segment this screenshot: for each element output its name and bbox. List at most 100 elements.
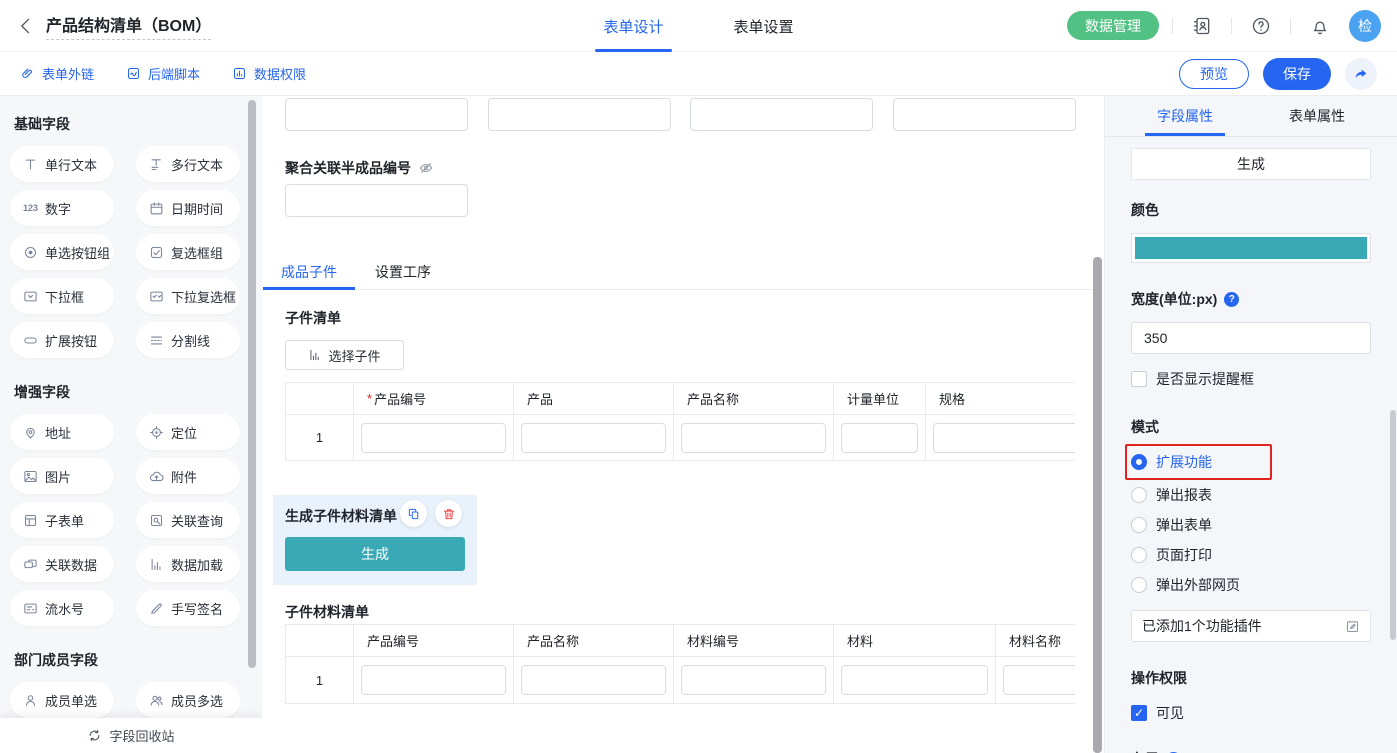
table-body-cell	[834, 657, 996, 703]
field-pill-divider[interactable]: 分割线	[136, 322, 240, 358]
field-pill-multi-select[interactable]: 下拉复选框	[136, 278, 240, 314]
panel-scrollbar[interactable]	[1390, 410, 1396, 640]
mode-option-2[interactable]: 弹出表单	[1131, 510, 1371, 540]
mode-option-3[interactable]: 页面打印	[1131, 540, 1371, 570]
image-icon	[23, 469, 38, 484]
table-header-cell: 材料名称	[996, 625, 1075, 657]
radio-icon[interactable]	[1131, 517, 1147, 533]
generate-material-field-block[interactable]: 生成子件材料清单 生成	[273, 495, 477, 585]
width-help-icon[interactable]: ?	[1224, 292, 1239, 307]
related-data-icon	[23, 557, 38, 572]
radio-group-icon	[23, 245, 38, 260]
field-pill-member-single[interactable]: 成员单选	[10, 682, 114, 718]
canvas-tab-0[interactable]: 成品子件	[275, 262, 343, 289]
preview-button[interactable]: 预览	[1179, 59, 1249, 89]
table-body-cell	[926, 415, 1075, 460]
visible-checkbox[interactable]: ✓	[1131, 705, 1147, 721]
back-icon[interactable]	[16, 16, 36, 36]
plugin-config-box[interactable]: 已添加1个功能插件	[1131, 610, 1371, 642]
share-button[interactable]	[1345, 58, 1377, 90]
field-pill-image[interactable]: 图片	[10, 458, 114, 494]
copy-field-button[interactable]	[400, 500, 427, 527]
field-pill-single-text[interactable]: 单行文本	[10, 146, 114, 182]
table-body-cell	[514, 415, 674, 460]
field-pill-select[interactable]: 下拉框	[10, 278, 114, 314]
canvas-scrollbar[interactable]	[1093, 257, 1102, 753]
color-picker[interactable]	[1131, 233, 1371, 263]
field-pill-attachment[interactable]: 附件	[136, 458, 240, 494]
field-pill-signature[interactable]: 手写签名	[136, 590, 240, 626]
canvas-tab-1[interactable]: 设置工序	[369, 262, 437, 289]
radio-icon[interactable]	[1131, 454, 1147, 470]
table-cell-input[interactable]	[361, 665, 506, 695]
field-pill-extend-button[interactable]: 扩展按钮	[10, 322, 114, 358]
mode-option-4[interactable]: 弹出外部网页	[1131, 570, 1371, 600]
field-recycle-bin[interactable]: 字段回收站	[0, 718, 262, 753]
script-icon	[126, 66, 141, 81]
field-pill-address[interactable]: 地址	[10, 414, 114, 450]
field-pill-data-load[interactable]: 数据加载	[136, 546, 240, 582]
generate-button[interactable]: 生成	[285, 537, 465, 571]
table-cell-input[interactable]	[521, 665, 666, 695]
field-pill-radio-group[interactable]: 单选按钮组	[10, 234, 114, 270]
reminder-checkbox[interactable]	[1131, 371, 1147, 387]
delete-field-button[interactable]	[435, 500, 462, 527]
table-cell-input[interactable]	[933, 423, 1075, 453]
form-field-input[interactable]	[893, 98, 1076, 131]
aggregate-field-input[interactable]	[285, 184, 468, 217]
radio-icon[interactable]	[1131, 487, 1147, 503]
page-title[interactable]: 产品结构清单（BOM）	[46, 12, 211, 40]
panel-tab-0[interactable]: 字段属性	[1145, 96, 1225, 136]
mode-option-1[interactable]: 弹出报表	[1131, 480, 1371, 510]
field-pill-serial-number[interactable]: 流水号	[10, 590, 114, 626]
contact-book-icon[interactable]	[1186, 10, 1218, 42]
width-input[interactable]	[1131, 322, 1371, 354]
form-field-input[interactable]	[285, 98, 468, 131]
panel-tab-1[interactable]: 表单属性	[1277, 96, 1357, 136]
table-cell-input[interactable]	[521, 423, 666, 453]
save-button[interactable]: 保存	[1263, 58, 1331, 90]
radio-icon[interactable]	[1131, 547, 1147, 563]
field-pill-number[interactable]: 123数字	[10, 190, 114, 226]
field-pill-multi-text[interactable]: 多行文本	[136, 146, 240, 182]
select-sub-part-button[interactable]: 选择子件	[285, 340, 404, 370]
form-field-input[interactable]	[488, 98, 671, 131]
notification-bell-icon[interactable]	[1304, 10, 1336, 42]
reminder-checkbox-row[interactable]: 是否显示提醒框	[1131, 369, 1371, 389]
header-tab-1[interactable]: 表单设置	[730, 0, 798, 52]
toolbar-link-2[interactable]: 数据权限	[232, 64, 306, 83]
table-cell-input[interactable]	[841, 423, 918, 453]
table-cell-input[interactable]	[841, 665, 988, 695]
table-cell-input[interactable]	[1003, 665, 1075, 695]
member-single-icon	[23, 693, 38, 708]
multi-text-icon	[149, 157, 164, 172]
table-cell-input[interactable]	[681, 665, 826, 695]
button-title-value[interactable]: 生成	[1131, 148, 1371, 180]
field-pill-locate[interactable]: 定位	[136, 414, 240, 450]
mode-option-0[interactable]: 扩展功能	[1131, 447, 1260, 477]
single-text-icon	[23, 157, 38, 172]
edit-icon[interactable]	[1345, 619, 1360, 634]
multi-select-icon	[149, 289, 164, 304]
table-cell-input[interactable]	[681, 423, 826, 453]
field-pill-related-data[interactable]: 关联数据	[10, 546, 114, 582]
data-manage-button[interactable]: 数据管理	[1067, 11, 1159, 40]
field-pill-related-query[interactable]: 关联查询	[136, 502, 240, 538]
header-tab-0[interactable]: 表单设计	[599, 0, 667, 52]
sidebar-scrollbar[interactable]	[248, 100, 256, 668]
field-pill-datetime[interactable]: 日期时间	[136, 190, 240, 226]
field-pill-member-multi[interactable]: 成员多选	[136, 682, 240, 718]
related-query-icon	[149, 513, 164, 528]
avatar[interactable]: 检	[1349, 10, 1381, 42]
radio-icon[interactable]	[1131, 577, 1147, 593]
field-pill-subform[interactable]: 子表单	[10, 502, 114, 538]
form-field-input[interactable]	[690, 98, 873, 131]
help-icon[interactable]	[1245, 10, 1277, 42]
table-cell-input[interactable]	[361, 423, 506, 453]
toolbar-link-0[interactable]: 表单外链	[20, 64, 94, 83]
form-design-canvas: 聚合关联半成品编号 成品子件设置工序 子件清单 选择子件 *产品编号产品产品名称…	[262, 96, 1104, 753]
toolbar-link-1[interactable]: 后端脚本	[126, 64, 200, 83]
field-library-sidebar: 基础字段单行文本多行文本123数字日期时间单选按钮组复选框组下拉框下拉复选框扩展…	[0, 96, 262, 753]
field-pill-checkbox-group[interactable]: 复选框组	[136, 234, 240, 270]
visible-checkbox-row[interactable]: ✓ 可见	[1131, 703, 1371, 723]
